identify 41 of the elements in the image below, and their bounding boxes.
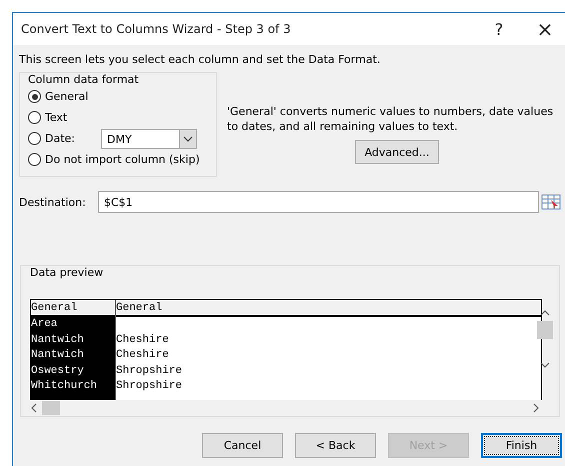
caret-icon: [179, 130, 196, 148]
scroll-down-icon[interactable]: [540, 361, 550, 369]
scroll-thumb[interactable]: [42, 401, 60, 415]
table-cell-text: Cheshire: [116, 348, 170, 363]
scroll-right-icon[interactable]: [532, 403, 540, 413]
preview-column[interactable]: General Area Nantwich Nantwich Oswestry Whitchurch: [31, 300, 116, 400]
radio-label[interactable]: Date:: [45, 132, 75, 145]
table-cell-text: Shropshire: [116, 379, 184, 394]
preview-column[interactable]: General Cheshire Cheshire Shropshire Shropshire: [116, 300, 541, 400]
intro-text: This screen lets you select each column and set the Data Format.: [19, 53, 382, 66]
column-header: General: [116, 300, 541, 317]
table-cell-text: Oswestry: [31, 364, 85, 378]
destination-label: Destination:: [19, 196, 87, 208]
radio-label[interactable]: General: [45, 90, 88, 103]
dialog-button[interactable]: Finish: [481, 433, 562, 458]
dialog-button[interactable]: < Back: [295, 433, 376, 458]
range-picker-icon[interactable]: [541, 193, 561, 211]
table-cell-text: Shropshire: [116, 364, 184, 378]
table-cell-text: Nantwich: [31, 348, 85, 363]
scroll-thumb[interactable]: [537, 321, 553, 339]
scroll-left-icon[interactable]: [30, 403, 38, 413]
radio-button[interactable]: [28, 111, 41, 124]
window-title: Convert Text to Columns Wizard - Step 3 of 3: [21, 22, 292, 36]
help-button[interactable]: ?: [476, 13, 522, 45]
description-text: 'General' converts numeric values to numbers, date values to dates, and all remaining values to text.: [227, 104, 554, 134]
radio-label[interactable]: Text: [45, 111, 68, 124]
advanced-button[interactable]: Advanced...: [355, 140, 439, 164]
table-cell-text: Nantwich: [31, 332, 85, 348]
close-button[interactable]: ×: [522, 13, 565, 45]
date-dropdown[interactable]: DMY: [101, 128, 197, 148]
column-header: General: [31, 300, 115, 317]
table-cell-text: Cheshire: [116, 332, 170, 348]
radio-label[interactable]: Do not import column (skip): [45, 153, 200, 166]
scroll-up-icon[interactable]: [540, 309, 550, 317]
radio-button[interactable]: [28, 132, 41, 145]
radio-button[interactable]: [28, 153, 41, 166]
radio-button[interactable]: [28, 90, 41, 103]
dialog-button[interactable]: Cancel: [202, 433, 283, 458]
table-cell-text: Whitchurch: [31, 379, 98, 394]
table-cell-text: Area: [31, 317, 58, 332]
destination-field[interactable]: $C$1: [98, 191, 539, 213]
